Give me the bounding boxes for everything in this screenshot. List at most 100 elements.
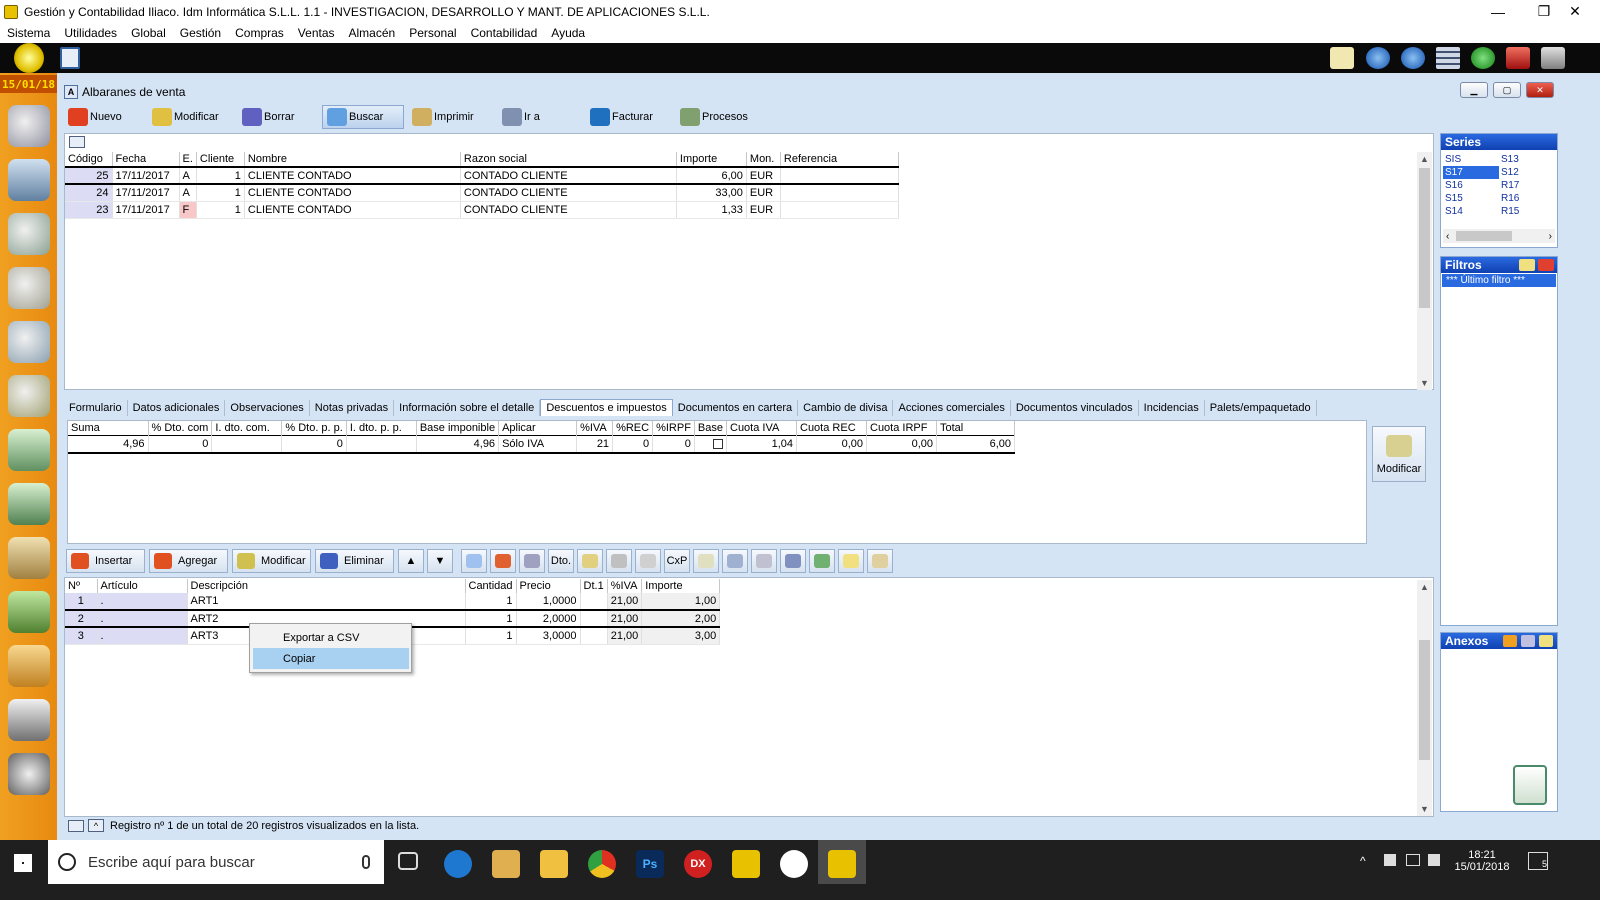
modificar-line-button[interactable]: Modificar bbox=[232, 549, 311, 573]
move-up-icon[interactable]: ▲ bbox=[398, 549, 424, 573]
scroll-up-icon[interactable]: ▲ bbox=[1417, 152, 1432, 166]
tab-observaciones[interactable]: Observaciones bbox=[225, 400, 310, 416]
close-button[interactable]: ✕ bbox=[1552, 0, 1598, 23]
series-item[interactable]: S15 bbox=[1443, 192, 1499, 205]
document-icon[interactable] bbox=[461, 549, 487, 573]
client-icon[interactable] bbox=[8, 213, 50, 255]
task-view-icon[interactable] bbox=[398, 852, 418, 870]
disc-icon[interactable] bbox=[519, 549, 545, 573]
grid-options-icon[interactable] bbox=[69, 136, 85, 148]
series-item[interactable]: S17 bbox=[1443, 166, 1499, 179]
albaranes-scrollbar[interactable]: ▲ ▼ bbox=[1417, 152, 1432, 390]
borrar-button[interactable]: Borrar bbox=[238, 105, 318, 129]
tab-formulario[interactable]: Formulario bbox=[64, 400, 128, 416]
eliminar-button[interactable]: Eliminar bbox=[315, 549, 394, 573]
menu-global[interactable]: Global bbox=[131, 26, 166, 40]
series-item[interactable]: SIS bbox=[1443, 153, 1499, 166]
scroll-up-icon[interactable]: ▲ bbox=[1417, 580, 1432, 594]
home-icon[interactable] bbox=[14, 43, 44, 73]
insertar-button[interactable]: Insertar bbox=[66, 549, 145, 573]
windows-list-icon[interactable] bbox=[1436, 47, 1460, 69]
discount-button[interactable]: Dto. bbox=[548, 549, 574, 573]
back-icon[interactable] bbox=[1366, 47, 1390, 69]
albaran-row[interactable]: 23 17/11/2017 F 1 CLIENTE CONTADO CONTADO CLI… bbox=[65, 201, 899, 219]
filter-delete-icon[interactable] bbox=[1538, 259, 1554, 271]
person-icon[interactable] bbox=[809, 549, 835, 573]
status-options-icon[interactable] bbox=[68, 819, 84, 832]
ir-a-button[interactable]: Ir a bbox=[498, 105, 582, 129]
menu-compras[interactable]: Compras bbox=[235, 26, 284, 40]
book-icon[interactable] bbox=[490, 549, 516, 573]
series-item[interactable]: R17 bbox=[1499, 179, 1555, 192]
coin-icon[interactable] bbox=[577, 549, 603, 573]
stack-icon[interactable] bbox=[722, 549, 748, 573]
minimize-button[interactable]: — bbox=[1475, 0, 1521, 23]
clock[interactable]: 18:21 15/01/2018 bbox=[1452, 849, 1512, 873]
tab-notas-privadas[interactable]: Notas privadas bbox=[310, 400, 395, 416]
exit-icon[interactable] bbox=[1541, 47, 1565, 69]
doc-close-button[interactable]: ✕ bbox=[1526, 82, 1554, 98]
close-window-icon[interactable] bbox=[1506, 47, 1530, 69]
purchases-icon[interactable] bbox=[8, 429, 50, 471]
agregar-button[interactable]: Agregar bbox=[149, 549, 228, 573]
tools-icon[interactable] bbox=[8, 753, 50, 795]
menu-contabilidad[interactable]: Contabilidad bbox=[471, 26, 538, 40]
scroll-down-icon[interactable]: ▼ bbox=[1417, 376, 1432, 390]
series-item[interactable]: S12 bbox=[1499, 166, 1555, 179]
detail-row[interactable]: 1. ART1 1 1,0000 21,00 1,00 bbox=[65, 593, 721, 611]
forward-icon[interactable] bbox=[1401, 47, 1425, 69]
series-item[interactable]: R16 bbox=[1499, 192, 1555, 205]
help-icon[interactable] bbox=[1471, 47, 1495, 69]
tab-cambio-de-divisa[interactable]: Cambio de divisa bbox=[798, 400, 894, 416]
series-item[interactable]: S16 bbox=[1443, 179, 1499, 192]
modificar-button[interactable]: Modificar bbox=[148, 105, 234, 129]
imprimir-button[interactable]: Imprimir bbox=[408, 105, 494, 129]
package-icon[interactable] bbox=[780, 549, 806, 573]
edit-attachment-icon[interactable] bbox=[1521, 635, 1535, 647]
detail-scrollbar[interactable]: ▲ ▼ bbox=[1417, 580, 1432, 816]
folder-icon[interactable] bbox=[867, 549, 893, 573]
add-attachment-icon[interactable] bbox=[1503, 635, 1517, 647]
ctx-copiar[interactable]: Copiar bbox=[253, 648, 409, 669]
ctx-export-csv[interactable]: Exportar a CSV bbox=[253, 627, 409, 648]
gestion-active-icon[interactable] bbox=[828, 850, 856, 878]
tray-chevron-icon[interactable]: ^ bbox=[1360, 854, 1366, 868]
albaran-row[interactable]: 25 17/11/2017 A 1 CLIENTE CONTADO CONTADO CLI… bbox=[65, 167, 899, 185]
explorer-icon[interactable] bbox=[540, 850, 568, 878]
menu-ventas[interactable]: Ventas bbox=[298, 26, 335, 40]
scroll-thumb[interactable] bbox=[1419, 640, 1430, 760]
start-icon[interactable] bbox=[14, 854, 32, 872]
transfer-icon[interactable] bbox=[751, 549, 777, 573]
gestion-app-icon[interactable] bbox=[732, 850, 760, 878]
network-icon[interactable] bbox=[1406, 854, 1420, 866]
ledger-icon[interactable] bbox=[8, 699, 50, 741]
articles-icon[interactable] bbox=[8, 159, 50, 201]
scroll-thumb[interactable] bbox=[1419, 168, 1430, 308]
scroll-left-icon[interactable]: ‹ bbox=[1446, 231, 1449, 242]
buscar-button[interactable]: Buscar bbox=[322, 105, 404, 129]
app-logo-icon[interactable] bbox=[60, 47, 80, 69]
contacts-icon[interactable] bbox=[8, 321, 50, 363]
microphone-icon[interactable] bbox=[362, 855, 370, 869]
dropbox-icon[interactable] bbox=[1384, 854, 1396, 866]
base-checkbox[interactable] bbox=[713, 438, 723, 449]
series-item[interactable]: S14 bbox=[1443, 205, 1499, 218]
menu-utilidades[interactable]: Utilidades bbox=[64, 26, 117, 40]
tab-palets-empaquetado[interactable]: Palets/empaquetado bbox=[1205, 400, 1317, 416]
series-hscrollbar[interactable]: ‹ › bbox=[1443, 229, 1555, 243]
bag-icon[interactable] bbox=[8, 645, 50, 687]
filter-edit-icon[interactable] bbox=[1519, 259, 1535, 271]
series-scroll-thumb[interactable] bbox=[1456, 231, 1512, 241]
tab-documentos-vinculados[interactable]: Documentos vinculados bbox=[1011, 400, 1139, 416]
filter-item[interactable]: *** Último filtro *** bbox=[1442, 274, 1556, 287]
nuevo-button[interactable]: Nuevo bbox=[64, 105, 144, 129]
mail-icon[interactable] bbox=[1330, 47, 1354, 69]
menu-gestion[interactable]: Gestión bbox=[180, 26, 221, 40]
teamviewer-icon[interactable] bbox=[780, 850, 808, 878]
cxp-button[interactable]: CxP bbox=[664, 549, 690, 573]
series-item[interactable]: S13 bbox=[1499, 153, 1555, 166]
move-down-icon[interactable]: ▼ bbox=[427, 549, 453, 573]
invoices-client-icon[interactable] bbox=[8, 537, 50, 579]
series-item[interactable]: R15 bbox=[1499, 205, 1555, 218]
doc-minimize-button[interactable]: ▁ bbox=[1460, 82, 1488, 98]
